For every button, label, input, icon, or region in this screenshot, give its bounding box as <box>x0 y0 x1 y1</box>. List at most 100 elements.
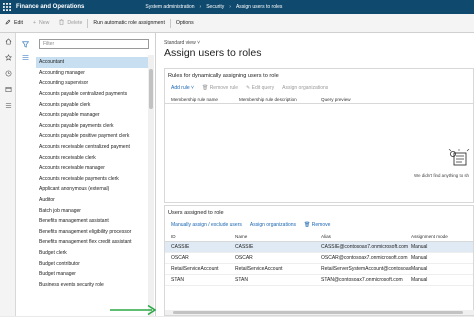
app-launcher-icon[interactable] <box>0 0 14 14</box>
column-header-name[interactable]: Name <box>235 234 321 239</box>
column-header-query-preview[interactable]: Query preview <box>321 97 401 102</box>
column-header-alias[interactable]: Alias <box>321 234 411 239</box>
remove-rule-label: Remove rule <box>209 85 239 91</box>
plus-icon: + <box>32 20 36 26</box>
cell-assignment-mode: Manual <box>411 244 428 250</box>
rules-section-title: Rules for dynamically assigning users to… <box>168 73 279 79</box>
users-grid-body: CASSIE CASSIE CASSIE@contosoax7.onmicrosof… <box>165 242 473 286</box>
empty-grid-message: We didn't find anything to sh <box>414 173 469 178</box>
add-rule-button[interactable]: Add rule ˅ <box>167 85 198 91</box>
list-item[interactable]: Accounts receivable manager <box>36 163 148 174</box>
scrollbar-thumb[interactable] <box>149 69 153 109</box>
filter-row: Filter <box>16 33 155 55</box>
chevron-down-icon: ˅ <box>197 40 200 46</box>
list-item[interactable]: Accounts payable clerk <box>36 99 148 110</box>
list-item[interactable]: Budget clerk <box>36 248 148 259</box>
empty-grid-icon <box>448 149 470 166</box>
cell-alias: OSCAR@contosoax7.onmicrosoft.com <box>321 255 408 261</box>
users-section-title: Users assigned to role <box>168 210 224 216</box>
add-rule-label: Add rule <box>171 85 190 91</box>
cell-name: CASSIE <box>235 244 254 250</box>
remove-rule-button[interactable]: 🗑︎ Remove rule <box>198 85 242 91</box>
list-item[interactable]: Budget manager <box>36 269 148 280</box>
breadcrumb-item-assign-users[interactable]: Assign users to roles <box>231 4 287 10</box>
list-item[interactable]: Budget contributor <box>36 258 148 269</box>
new-label: New <box>38 20 50 26</box>
cell-id: RetailServiceAccount <box>171 266 219 272</box>
users-toolbar: Manually assign / exclude users Assign o… <box>165 220 473 230</box>
table-row[interactable]: STAN STAN STAN@contosoax7.onmicrosoft.com M… <box>165 275 473 286</box>
chevron-down-icon: ˅ <box>189 85 194 91</box>
column-header-id[interactable]: ID <box>171 234 235 239</box>
cell-assignment-mode: Manual <box>411 255 428 261</box>
list-view-icon[interactable] <box>22 54 29 63</box>
roles-list-pane: Filter Accountant Accounting manager Accou… <box>16 33 156 316</box>
scrollbar-thumb[interactable] <box>173 311 463 314</box>
breadcrumb: System administration › Security › Assig… <box>140 4 287 10</box>
list-item[interactable]: Accounts receivable payments clerk <box>36 174 148 185</box>
users-section: Users assigned to role Manually assign /… <box>164 205 474 316</box>
list-item[interactable]: Accounting manager <box>36 68 148 79</box>
annotation-arrow-icon <box>110 304 157 316</box>
filter-placeholder: Filter <box>43 41 55 47</box>
pencil-icon <box>5 19 11 27</box>
table-row[interactable]: RetailServiceAccount RetailServiceAccount… <box>165 264 473 275</box>
new-button[interactable]: + New <box>28 14 54 33</box>
favorites-star-icon[interactable] <box>0 49 16 65</box>
list-item[interactable]: Accountant <box>36 57 148 68</box>
main-content: Standard view ˅ Assign users to roles Ru… <box>156 33 474 316</box>
edit-query-label: Edit query <box>251 85 275 91</box>
list-scrollbar[interactable] <box>148 55 154 316</box>
column-header-rule-description[interactable]: Membership rule description <box>239 97 321 102</box>
list-item[interactable]: Batch job manager <box>36 205 148 216</box>
list-item[interactable]: Accounts payable manager <box>36 110 148 121</box>
table-row[interactable]: CASSIE CASSIE CASSIE@contosoax7.onmicrosof… <box>165 242 473 253</box>
users-assign-organizations-button[interactable]: Assign organizations <box>246 222 300 228</box>
modules-list-icon[interactable] <box>0 97 16 113</box>
filter-funnel-icon[interactable] <box>19 38 31 50</box>
home-icon[interactable] <box>0 33 16 49</box>
breadcrumb-item-security[interactable]: Security <box>201 4 229 10</box>
users-grid-header: ID Name Alias Assignment mode <box>165 232 473 242</box>
list-item[interactable]: Accounts receivable centralized payment <box>36 142 148 153</box>
chevron-right-icon: › <box>229 4 231 10</box>
edit-button[interactable]: Edit <box>0 14 28 33</box>
list-item[interactable]: Benefits management assistant <box>36 216 148 227</box>
options-tab[interactable]: Options <box>171 14 199 33</box>
page-title: Assign users to roles <box>164 47 262 59</box>
filter-input[interactable]: Filter <box>39 39 149 49</box>
trash-icon: 🗑︎ <box>201 85 210 91</box>
table-row[interactable]: OSCAR OSCAR OSCAR@contosoax7.onmicrosoft.c… <box>165 253 473 264</box>
list-item[interactable]: Business events security role <box>36 279 148 290</box>
cell-name: RetailServiceAccount <box>235 266 283 272</box>
recent-clock-icon[interactable] <box>0 65 16 81</box>
grid-horizontal-scrollbar[interactable] <box>165 310 474 315</box>
list-item[interactable]: Accounts payable positive payment clerk <box>36 131 148 142</box>
rules-assign-organizations-button[interactable]: Assign organizations <box>278 85 332 91</box>
column-header-assignment-mode[interactable]: Assignment mode <box>411 234 471 239</box>
edit-query-button[interactable]: ✎ Edit query <box>242 85 278 91</box>
delete-label: Delete <box>67 20 83 26</box>
manually-assign-users-button[interactable]: Manually assign / exclude users <box>167 222 246 228</box>
remove-users-button[interactable]: 🗑︎ Remove <box>300 222 334 228</box>
delete-button[interactable]: Delete <box>54 14 87 33</box>
list-item[interactable]: Accounts payable centralized payments <box>36 89 148 100</box>
top-bar: Finance and Operations System administra… <box>0 0 474 14</box>
cell-id: CASSIE <box>171 244 190 250</box>
cell-assignment-mode: Manual <box>411 277 428 283</box>
list-item[interactable]: Accounts receivable clerk <box>36 152 148 163</box>
list-item[interactable]: Applicant anonymous (external) <box>36 184 148 195</box>
cell-id: STAN <box>171 277 184 283</box>
list-item[interactable]: Accounts payable payments clerk <box>36 121 148 132</box>
rules-grid-header: Membership rule name Membership rule des… <box>165 95 473 104</box>
run-role-assignment-button[interactable]: Run automatic role assignment <box>88 14 170 33</box>
workspaces-icon[interactable] <box>0 81 16 97</box>
list-item[interactable]: Auditor <box>36 195 148 206</box>
cell-alias: CASSIE@contosoax7.onmicrosoft.com <box>321 244 409 250</box>
breadcrumb-item-system-admin[interactable]: System administration <box>140 4 199 10</box>
list-item[interactable]: Benefits management eligibility processo… <box>36 227 148 238</box>
view-selector[interactable]: Standard view ˅ <box>164 40 200 46</box>
list-item[interactable]: Benefits management flex credit assistan… <box>36 237 148 248</box>
list-item[interactable]: Accounting supervisor <box>36 78 148 89</box>
column-header-rule-name[interactable]: Membership rule name <box>171 97 239 102</box>
